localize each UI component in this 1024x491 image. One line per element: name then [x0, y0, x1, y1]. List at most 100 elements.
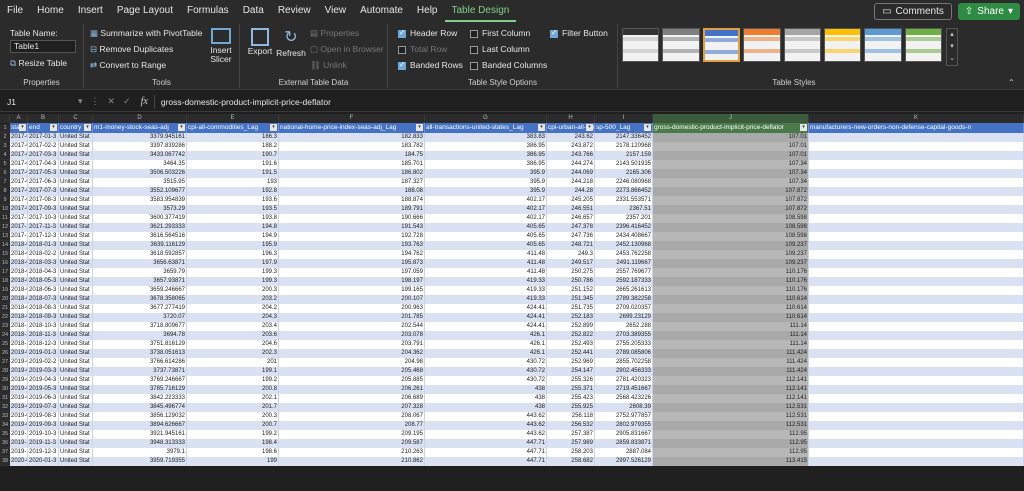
table-cell[interactable]	[809, 142, 1024, 151]
table-cell[interactable]	[809, 169, 1024, 178]
table-cell[interactable]: 3959.719355	[93, 457, 187, 466]
banded-columns-checkbox[interactable]	[470, 62, 478, 70]
remove-duplicates-button[interactable]: ⊟ Remove Duplicates	[90, 44, 173, 55]
table-cell[interactable]: 3845.496774	[93, 403, 187, 412]
table-cell[interactable]: 186.3	[187, 133, 279, 142]
table-cell[interactable]: 424.41	[425, 304, 547, 313]
table-cell[interactable]: 194.9	[187, 232, 279, 241]
table-cell[interactable]: 198.6	[187, 448, 279, 457]
filter-dropdown-icon[interactable]: ▾	[644, 124, 651, 131]
table-cell[interactable]: 402.17	[425, 214, 547, 223]
table-cell[interactable]: 430.72	[425, 376, 547, 385]
table-cell[interactable]: United Stat	[59, 205, 93, 214]
table-cell[interactable]	[809, 178, 1024, 187]
table-header-cell[interactable]: sp-500_Lag ▾	[595, 123, 653, 133]
table-cell[interactable]: United Stat	[59, 232, 93, 241]
table-cell[interactable]: 111.14	[653, 340, 809, 349]
table-cell[interactable]: 252.969	[547, 358, 595, 367]
table-cell[interactable]: 257.989	[547, 439, 595, 448]
table-cell[interactable]: 2357.201	[595, 214, 653, 223]
row-header[interactable]: 38	[0, 457, 10, 466]
row-header[interactable]: 21	[0, 304, 10, 313]
table-cell[interactable]: 244.218	[547, 178, 595, 187]
table-cell[interactable]: 430.72	[425, 367, 547, 376]
table-cell[interactable]: 258.203	[547, 448, 595, 457]
table-cell[interactable]: 201	[187, 358, 279, 367]
row-header[interactable]: 37	[0, 448, 10, 457]
column-header-d[interactable]: D	[93, 114, 187, 123]
table-cell[interactable]	[809, 403, 1024, 412]
row-header[interactable]: 29	[0, 376, 10, 385]
table-cell[interactable]: 2997.526129	[595, 457, 653, 466]
table-cell[interactable]: 110.176	[653, 286, 809, 295]
table-cell[interactable]: United Stat	[59, 394, 93, 403]
table-cell[interactable]: 112.531	[653, 412, 809, 421]
table-cell[interactable]: United Stat	[59, 439, 93, 448]
table-cell[interactable]: 2017-10-3	[28, 214, 59, 223]
table-cell[interactable]: 447.71	[425, 439, 547, 448]
table-cell[interactable]: 189.791	[279, 205, 425, 214]
table-cell[interactable]: 2665.261613	[595, 286, 653, 295]
table-cell[interactable]: 201.785	[279, 313, 425, 322]
table-cell[interactable]: 2018-08-3	[28, 304, 59, 313]
column-header-f[interactable]: F	[279, 114, 425, 123]
row-header[interactable]: 8	[0, 187, 10, 196]
table-cell[interactable]	[809, 358, 1024, 367]
name-box[interactable]: J1	[4, 95, 74, 109]
table-cell[interactable]: 206.689	[279, 394, 425, 403]
table-cell[interactable]: 2147.336452	[595, 133, 653, 142]
table-cell[interactable]: 438	[425, 385, 547, 394]
table-cell[interactable]: 426.1	[425, 340, 547, 349]
filter-dropdown-icon[interactable]: ▾	[178, 124, 185, 131]
table-cell[interactable]: 2855.702258	[595, 358, 653, 367]
summarize-pivot-button[interactable]: ▦ Summarize with PivotTable	[90, 28, 202, 39]
filter-dropdown-icon[interactable]: ▾	[84, 124, 91, 131]
table-cell[interactable]: 419.33	[425, 286, 547, 295]
tab-help[interactable]: Help	[410, 0, 445, 22]
table-cell[interactable]: 200.963	[279, 304, 425, 313]
table-cell[interactable]: 2568.423226	[595, 394, 653, 403]
table-cell[interactable]: 107.34	[653, 178, 809, 187]
table-cell[interactable]: 256.532	[547, 421, 595, 430]
table-cell[interactable]: 2017-04-3	[28, 160, 59, 169]
tab-home[interactable]: Home	[30, 0, 71, 22]
table-cell[interactable]: 113.415	[653, 457, 809, 466]
table-cell[interactable]: 243.766	[547, 151, 595, 160]
table-cell[interactable]: United Stat	[59, 430, 93, 439]
table-cell[interactable]: 107.01	[653, 133, 809, 142]
row-header[interactable]: 1	[0, 124, 10, 133]
table-cell[interactable]: 2902.456333	[595, 367, 653, 376]
table-cell[interactable]: 107.34	[653, 169, 809, 178]
table-cell[interactable]: 250.786	[547, 277, 595, 286]
table-cell[interactable]: 2017-01-0	[10, 133, 28, 142]
table-cell[interactable]: 191.6	[187, 160, 279, 169]
table-cell[interactable]	[809, 448, 1024, 457]
table-cell[interactable]: 107.872	[653, 196, 809, 205]
table-cell[interactable]: 2017-01-3	[28, 133, 59, 142]
table-name-input[interactable]: Table1	[10, 40, 76, 53]
table-cell[interactable]: 395.9	[425, 187, 547, 196]
table-cell[interactable]: 405.65	[425, 232, 547, 241]
table-cell[interactable]: 2017-08-3	[28, 196, 59, 205]
table-cell[interactable]: 108.598	[653, 223, 809, 232]
row-header[interactable]: 16	[0, 259, 10, 268]
table-cell[interactable]: 249.3	[547, 250, 595, 259]
table-header-cell[interactable]: cpi-urban-all-items▾	[547, 123, 595, 133]
table-cell[interactable]: 2019-07-3	[28, 403, 59, 412]
table-style-swatch[interactable]	[743, 28, 781, 62]
table-cell[interactable]: 111.14	[653, 331, 809, 340]
table-cell[interactable]: 255.423	[547, 394, 595, 403]
table-cell[interactable]: 108.598	[653, 214, 809, 223]
row-header[interactable]: 27	[0, 358, 10, 367]
table-cell[interactable]: 2018-04-0	[10, 268, 28, 277]
table-cell[interactable]: 199.1	[187, 367, 279, 376]
row-header[interactable]: 22	[0, 313, 10, 322]
row-header[interactable]: 25	[0, 340, 10, 349]
table-cell[interactable]: 252.822	[547, 331, 595, 340]
table-cell[interactable]: 203.078	[279, 331, 425, 340]
table-cell[interactable]: 252.441	[547, 349, 595, 358]
table-cell[interactable]: 2018-07-0	[10, 295, 28, 304]
table-cell[interactable]: 204.3	[187, 313, 279, 322]
table-cell[interactable]: 250.275	[547, 268, 595, 277]
table-cell[interactable]: 3583.954839	[93, 196, 187, 205]
